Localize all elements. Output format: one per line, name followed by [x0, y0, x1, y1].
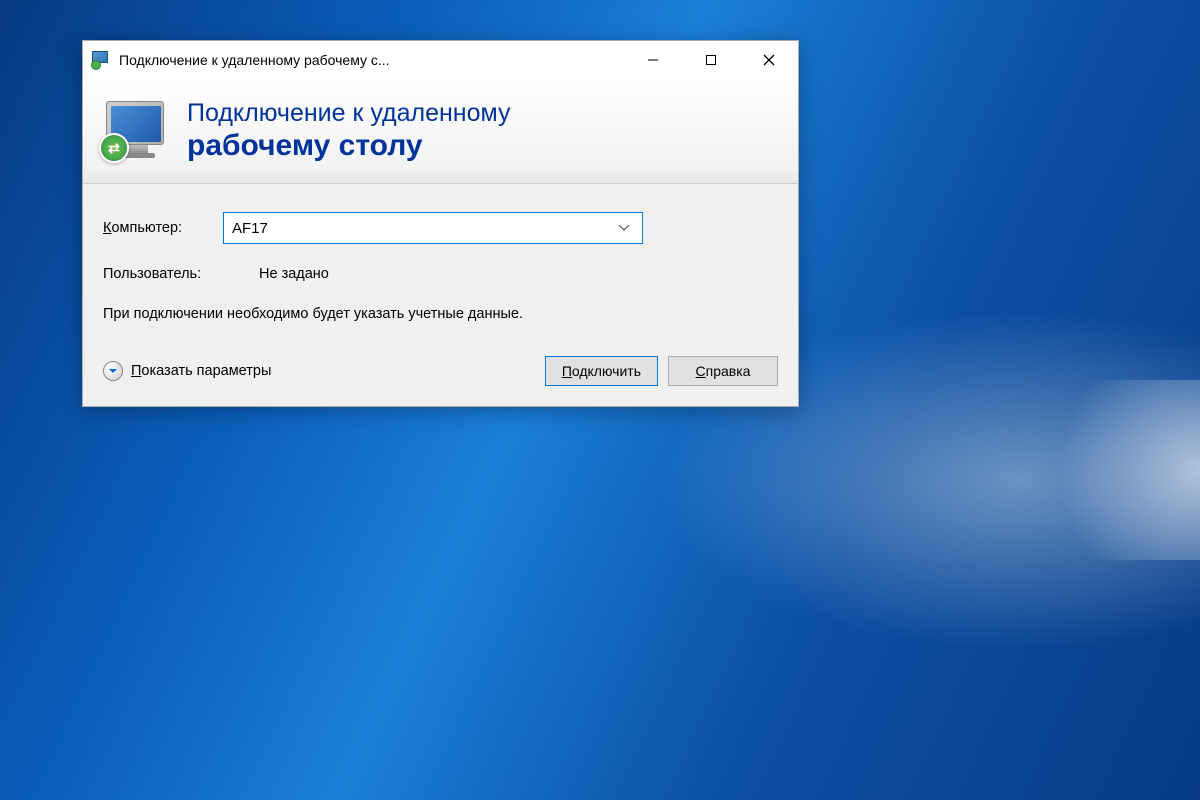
- chevron-down-icon[interactable]: [614, 225, 634, 231]
- minimize-icon: [647, 54, 659, 66]
- header-panel: ⇄ Подключение к удаленному рабочему стол…: [83, 79, 798, 184]
- app-icon: [91, 50, 111, 70]
- show-options-label: Показать параметры: [131, 363, 271, 379]
- connect-button[interactable]: Подключить: [545, 356, 658, 386]
- computer-label: Компьютер:: [103, 220, 223, 236]
- close-icon: [763, 54, 775, 66]
- titlebar[interactable]: Подключение к удаленному рабочему с...: [83, 41, 798, 79]
- header-title: Подключение к удаленному рабочему столу: [187, 98, 511, 164]
- show-options-link[interactable]: Показать параметры: [103, 361, 271, 381]
- credentials-info: При подключении необходимо будет указать…: [103, 304, 778, 326]
- window-controls: [624, 41, 798, 79]
- help-button[interactable]: Справка: [668, 356, 778, 386]
- close-button[interactable]: [740, 41, 798, 79]
- rdp-icon: ⇄: [101, 97, 169, 165]
- minimize-button[interactable]: [624, 41, 682, 79]
- header-line-1: Подключение к удаленному: [187, 98, 511, 128]
- expand-down-icon: [103, 361, 123, 381]
- computer-row: Компьютер:: [103, 212, 778, 244]
- maximize-icon: [705, 54, 717, 66]
- button-group: Подключить Справка: [545, 356, 778, 386]
- user-row: Пользователь: Не задано: [103, 266, 778, 282]
- computer-input[interactable]: [232, 220, 614, 237]
- user-label: Пользователь:: [103, 266, 223, 282]
- header-line-2: рабочему столу: [187, 128, 511, 164]
- rdp-dialog-window: Подключение к удаленному рабочему с... ⇄: [82, 40, 799, 407]
- maximize-button[interactable]: [682, 41, 740, 79]
- content-area: Компьютер: Пользователь: Не задано При п…: [83, 184, 798, 406]
- footer-row: Показать параметры Подключить Справка: [103, 356, 778, 386]
- window-title: Подключение к удаленному рабочему с...: [119, 52, 624, 68]
- computer-combobox[interactable]: [223, 212, 643, 244]
- user-value: Не задано: [259, 266, 329, 282]
- desktop-light-effect: [1020, 380, 1200, 560]
